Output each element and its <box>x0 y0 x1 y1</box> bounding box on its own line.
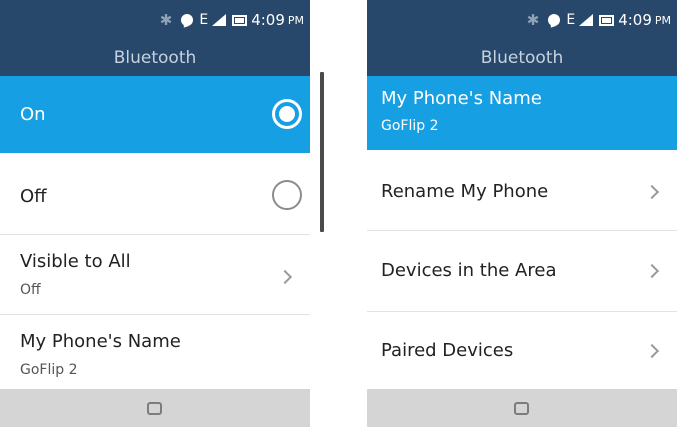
network-type: E <box>566 12 576 28</box>
status-ampm: PM <box>287 13 304 27</box>
item-value: Off <box>20 282 41 298</box>
visible-to-all-item[interactable]: Visible to All Off <box>0 235 310 314</box>
signal-icon <box>212 14 227 26</box>
chevron-right-icon <box>644 184 660 200</box>
status-bar: ✱ E 4:09 PM <box>367 0 677 40</box>
message-icon <box>548 14 561 26</box>
paired-devices-item[interactable]: Paired Devices <box>367 312 677 389</box>
item-label: Paired Devices <box>381 340 514 361</box>
page-title: Bluetooth <box>0 40 310 76</box>
status-ampm: PM <box>654 13 671 27</box>
status-time: 4:09 <box>618 11 652 29</box>
item-label: Visible to All <box>20 251 131 272</box>
bluetooth-icon: ✱ <box>159 11 173 29</box>
option-on[interactable]: On <box>0 76 310 153</box>
signal-icon <box>579 14 594 26</box>
option-off[interactable]: Off <box>0 153 310 234</box>
battery-icon <box>599 14 615 26</box>
bluetooth-screen-left: ✱ E 4:09 PM Bluetooth On Off Visible to … <box>0 0 310 427</box>
battery-icon <box>232 14 248 26</box>
scrollbar[interactable] <box>320 72 324 232</box>
nav-bar <box>367 389 677 427</box>
radio-unchecked-icon <box>272 180 302 210</box>
network-type: E <box>199 12 209 28</box>
item-label: Rename My Phone <box>381 181 549 202</box>
page-title: Bluetooth <box>367 40 677 76</box>
item-label: My Phone's Name <box>381 88 542 109</box>
chevron-right-icon <box>644 263 660 279</box>
item-value: GoFlip 2 <box>381 118 439 134</box>
chevron-right-icon <box>644 343 660 359</box>
item-label: My Phone's Name <box>20 331 181 352</box>
rename-my-phone-item[interactable]: Rename My Phone <box>367 150 677 230</box>
nav-bar <box>0 389 310 427</box>
radio-checked-icon <box>272 99 302 129</box>
message-icon <box>181 14 194 26</box>
home-icon[interactable] <box>514 402 529 415</box>
home-icon[interactable] <box>147 402 162 415</box>
bluetooth-screen-right: ✱ E 4:09 PM Bluetooth My Phone's Name Go… <box>367 0 677 427</box>
status-icons: ✱ E 4:09 PM <box>527 0 677 40</box>
chevron-right-icon <box>277 269 293 285</box>
option-label: Off <box>20 186 47 207</box>
devices-in-area-item[interactable]: Devices in the Area <box>367 231 677 311</box>
item-label: Devices in the Area <box>381 260 557 281</box>
status-icons: ✱ E 4:09 PM <box>160 0 310 40</box>
option-label: On <box>20 104 46 125</box>
bluetooth-icon: ✱ <box>526 11 540 29</box>
my-phone-name-item[interactable]: My Phone's Name GoFlip 2 <box>367 76 677 150</box>
status-bar: ✱ E 4:09 PM <box>0 0 310 40</box>
my-phone-name-item[interactable]: My Phone's Name GoFlip 2 <box>0 315 310 389</box>
item-value: GoFlip 2 <box>20 362 78 378</box>
status-time: 4:09 <box>251 11 285 29</box>
